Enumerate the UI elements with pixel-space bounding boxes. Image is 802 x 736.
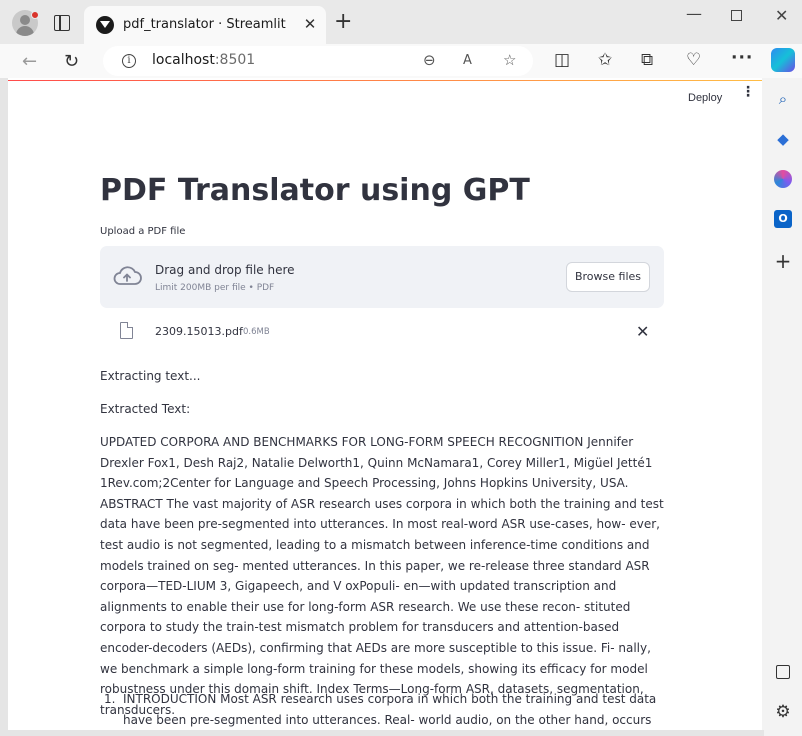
page-title: PDF Translator using GPT [100,173,530,208]
close-window-icon[interactable]: ✕ [775,6,788,25]
tab-title: pdf_translator · Streamlit [123,17,286,32]
minimize-icon[interactable]: — [686,4,702,23]
file-icon [120,322,133,339]
main-menu-icon[interactable]: ⋮ [741,85,755,99]
streamlit-favicon-icon [96,16,114,34]
add-icon[interactable]: + [774,251,792,271]
read-aloud-icon[interactable]: A [463,53,472,68]
file-dropzone[interactable]: Drag and drop file here Limit 200MB per … [100,246,664,308]
maximize-icon[interactable] [731,10,742,21]
file-name: 2309.15013.pdf [155,325,243,338]
microsoft365-icon[interactable] [774,170,792,188]
collections-icon[interactable]: ⧉ [641,50,653,70]
new-tab-icon[interactable]: + [334,11,352,33]
more-icon[interactable]: ··· [731,48,753,68]
list-item-number: 1. [104,692,116,706]
settings-icon[interactable]: ⚙ [774,703,792,721]
list-item-text: INTRODUCTION Most ASR research uses corp… [123,692,657,727]
dropzone-instructions: Drag and drop file here [155,263,295,277]
zoom-icon[interactable]: ⊖ [423,51,436,69]
uploader-label: Upload a PDF file [100,226,186,237]
browser-tab-bar: pdf_translator · Streamlit ✕ + — ✕ [0,0,802,44]
health-icon[interactable]: ♡ [686,50,701,70]
cloud-upload-icon [113,266,142,285]
info-icon[interactable]: i [122,54,136,68]
browser-tab[interactable]: pdf_translator · Streamlit ✕ [84,6,326,44]
tab-close-icon[interactable]: ✕ [300,15,320,33]
window-edge [0,78,8,736]
url-text: localhost:8501 [152,52,256,68]
window-edge-bottom [0,730,764,736]
favorites-icon[interactable]: ✩ [598,50,612,70]
remove-file-icon[interactable]: ✕ [636,322,649,342]
back-icon[interactable]: ← [22,51,37,72]
search-icon[interactable]: ⌕ [774,90,792,108]
sidebar-layout-icon[interactable] [776,665,790,679]
split-screen-icon[interactable]: ◫ [554,50,570,70]
extracted-text: UPDATED CORPORA AND BENCHMARKS FOR LONG-… [100,435,664,717]
status-extracting: Extracting text... [100,369,201,383]
uploaded-file-row: 2309.15013.pdf 0.6MB ✕ [100,320,664,344]
tab-actions-icon[interactable] [54,15,70,31]
address-bar-row: ← ↻ i localhost:8501 ⊖ A ☆ ◫ ✩ ⧉ ♡ ··· [0,44,802,78]
extracted-heading: Extracted Text: [100,402,191,416]
url-field[interactable]: i localhost:8501 ⊖ A ☆ [103,46,533,76]
reload-icon[interactable]: ↻ [64,51,79,72]
outlook-icon[interactable]: O [774,210,792,228]
deploy-button[interactable]: Deploy [688,92,722,104]
copilot-icon[interactable] [771,48,795,72]
streamlit-page: Deploy ⋮ PDF Translator using GPT Upload… [8,78,762,730]
dropzone-limit: Limit 200MB per file • PDF [155,283,275,293]
file-size: 0.6MB [243,327,270,337]
shopping-tag-icon[interactable]: ◆ [774,130,792,148]
favorite-star-icon[interactable]: ☆ [503,51,516,69]
edge-sidebar: ⌕ ◆ O + ⚙ [764,78,802,736]
notification-dot [31,11,39,19]
browse-files-button[interactable]: Browse files [566,262,650,292]
